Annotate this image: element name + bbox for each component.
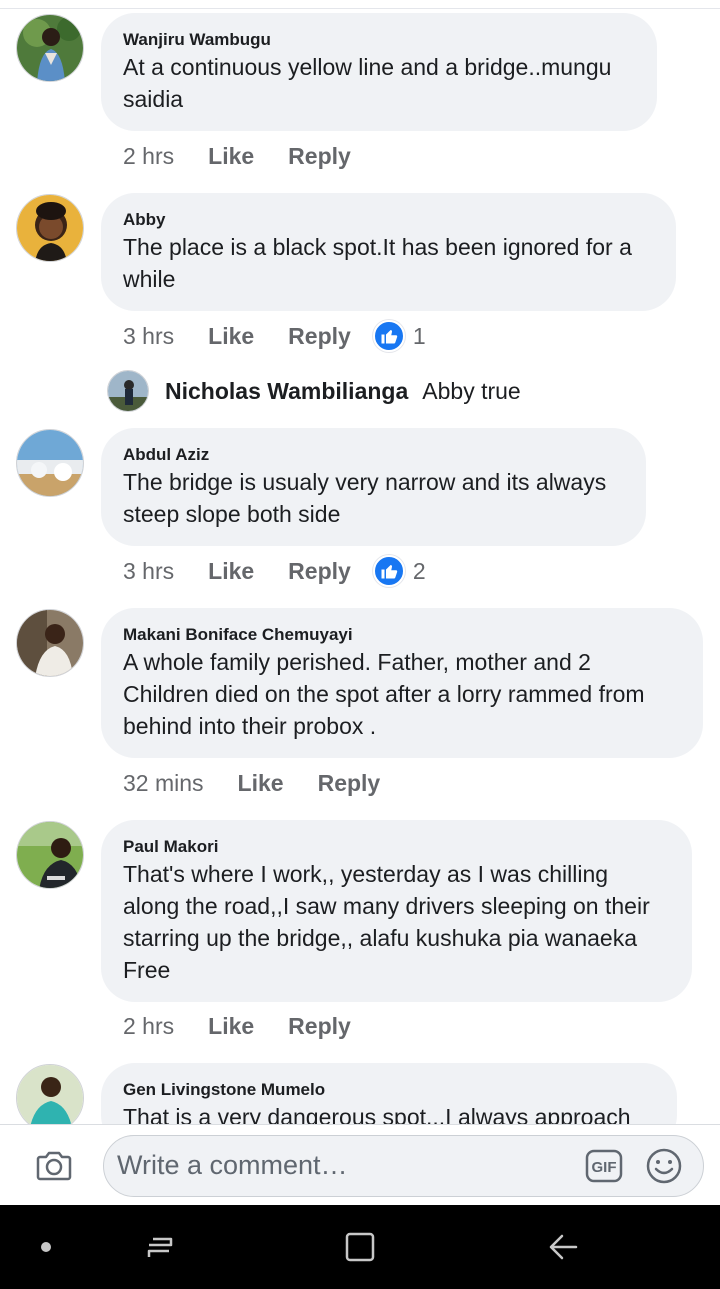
comment-text: saidia: [123, 86, 184, 112]
comment-bubble[interactable]: Gen Livingstone Mumelo That is a very da…: [101, 1063, 677, 1124]
comment-time[interactable]: 2 hrs: [123, 143, 174, 170]
comment-meta: 32 mins Like Reply: [123, 763, 380, 803]
comment-text: steep slope both side: [123, 501, 341, 527]
comment-text: That is a very dangerous spot...I always…: [123, 1104, 631, 1124]
comment-text: A whole family perished. Father, mother …: [123, 649, 591, 675]
gif-label: GIF: [592, 1159, 617, 1176]
comment-text: The place is a black spot.It has been ig…: [123, 234, 632, 260]
comment-text: The bridge is usualy very narrow and its…: [123, 469, 607, 495]
thumbs-up-icon: [372, 555, 405, 587]
like-button[interactable]: Like: [208, 323, 254, 350]
reply-text: Abby true: [422, 377, 521, 404]
comment-text: That's where I work,, yesterday as I was…: [123, 861, 609, 887]
comment-meta: 2 hrs Like Reply: [123, 136, 351, 176]
comment-author[interactable]: Gen Livingstone Mumelo: [123, 1079, 655, 1101]
recent-apps-icon[interactable]: [140, 1227, 180, 1267]
reaction-summary[interactable]: 1: [372, 320, 426, 352]
avatar[interactable]: [16, 194, 84, 262]
comment-bubble[interactable]: Paul Makori That's where I work,, yester…: [101, 820, 692, 1002]
thumbs-up-icon: [372, 320, 405, 352]
comment-text: At a continuous yellow line and a bridge…: [123, 54, 612, 80]
avatar[interactable]: [16, 429, 84, 497]
comment-time[interactable]: 32 mins: [123, 770, 204, 797]
comment-composer: Write a comment… GIF: [0, 1124, 720, 1205]
comment-text: while: [123, 266, 176, 292]
reaction-count: 2: [412, 557, 426, 584]
comment-author[interactable]: Abby: [123, 209, 654, 231]
comment-bubble[interactable]: Abby The place is a black spot.It has be…: [101, 193, 676, 311]
comment-text: behind into their probox .: [123, 713, 377, 739]
avatar[interactable]: [16, 14, 84, 82]
avatar[interactable]: [16, 821, 84, 889]
home-square-icon[interactable]: [340, 1227, 380, 1267]
reply-button[interactable]: Reply: [318, 770, 381, 797]
comment-text: starring up the bridge,, alafu kushuka p…: [123, 925, 637, 951]
smiley-icon[interactable]: [645, 1147, 683, 1185]
like-button[interactable]: Like: [238, 770, 284, 797]
like-button[interactable]: Like: [208, 558, 254, 585]
reply-button[interactable]: Reply: [288, 1013, 351, 1040]
reply-button[interactable]: Reply: [288, 558, 351, 585]
comment-meta: 3 hrs Like Reply 2: [123, 551, 426, 591]
comment-author[interactable]: Paul Makori: [123, 836, 670, 858]
avatar[interactable]: [16, 609, 84, 677]
like-button[interactable]: Like: [208, 143, 254, 170]
reply-preview[interactable]: Nicholas Wambilianga Abby true: [107, 369, 521, 413]
reaction-count: 1: [412, 322, 426, 349]
reply-button[interactable]: Reply: [288, 143, 351, 170]
comment-time[interactable]: 3 hrs: [123, 323, 174, 350]
comment-meta: 2 hrs Like Reply: [123, 1006, 351, 1046]
system-nav-bar: [0, 1205, 720, 1289]
comment-bubble[interactable]: Abdul Aziz The bridge is usualy very nar…: [101, 428, 646, 546]
reply-button[interactable]: Reply: [288, 323, 351, 350]
comment-text: Children died on the spot after a lorry …: [123, 681, 645, 707]
avatar[interactable]: [16, 1064, 84, 1124]
comment-input-placeholder: Write a comment…: [117, 1150, 348, 1180]
camera-icon[interactable]: [34, 1145, 74, 1185]
comment-bubble[interactable]: Makani Boniface Chemuyayi A whole family…: [101, 608, 703, 758]
comment-meta: 3 hrs Like Reply 1: [123, 316, 426, 356]
reply-author[interactable]: Nicholas Wambilianga: [165, 378, 408, 405]
back-arrow-icon[interactable]: [543, 1227, 583, 1267]
avatar[interactable]: [107, 370, 149, 412]
comment-author[interactable]: Wanjiru Wambugu: [123, 29, 635, 51]
comment-author[interactable]: Makani Boniface Chemuyayi: [123, 624, 681, 646]
comment-author[interactable]: Abdul Aziz: [123, 444, 624, 466]
dot-icon[interactable]: [26, 1227, 66, 1267]
comment-input[interactable]: Write a comment… GIF: [103, 1135, 704, 1197]
comment-text: along the road,,I saw many drivers sleep…: [123, 893, 650, 919]
comment-text: Free: [123, 957, 171, 983]
comment-bubble[interactable]: Wanjiru Wambugu At a continuous yellow l…: [101, 13, 657, 131]
like-button[interactable]: Like: [208, 1013, 254, 1040]
reaction-summary[interactable]: 2: [372, 555, 426, 587]
comment-time[interactable]: 2 hrs: [123, 1013, 174, 1040]
comment-time[interactable]: 3 hrs: [123, 558, 174, 585]
comment-list[interactable]: Wanjiru Wambugu At a continuous yellow l…: [0, 0, 720, 1124]
gif-icon[interactable]: GIF: [585, 1149, 623, 1183]
